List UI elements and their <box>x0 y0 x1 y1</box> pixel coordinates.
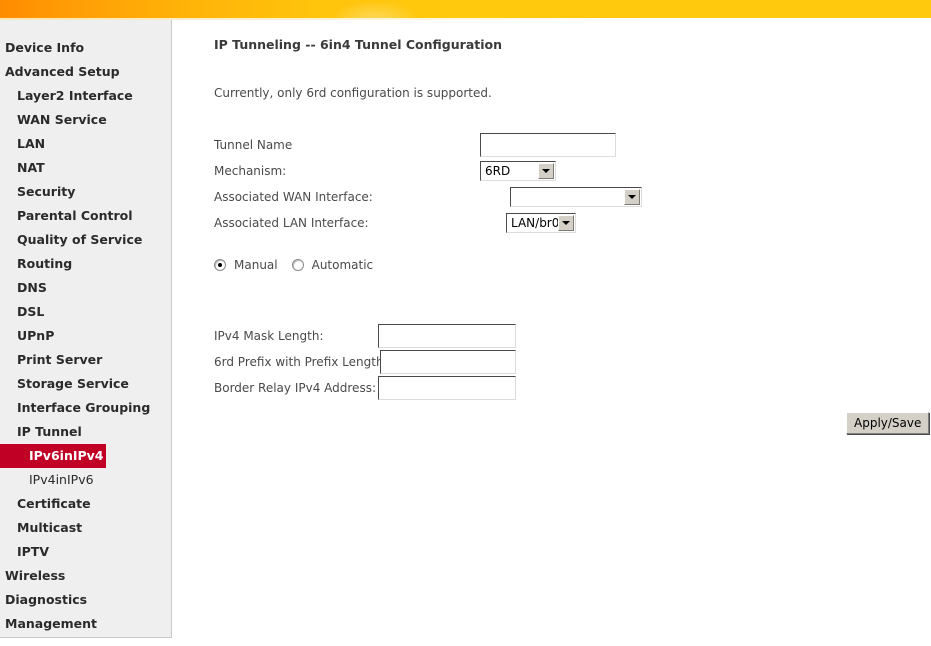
sidebar-item-routing[interactable]: Routing <box>0 252 171 276</box>
row-tunnel-name: Tunnel Name <box>214 132 834 158</box>
sidebar-item-management[interactable]: Management <box>0 612 171 636</box>
wan-interface-label: Associated WAN Interface: <box>214 190 373 204</box>
chevron-down-icon[interactable] <box>538 163 554 179</box>
sixrd-params-form: IPv4 Mask Length: 6rd Prefix with Prefix… <box>214 323 564 401</box>
border-relay-label: Border Relay IPv4 Address: <box>214 381 376 395</box>
sidebar-item-quality-of-service[interactable]: Quality of Service <box>0 228 171 252</box>
sidebar-item-interface-grouping[interactable]: Interface Grouping <box>0 396 171 420</box>
ipv4-mask-length-label: IPv4 Mask Length: <box>214 329 324 343</box>
banner-sheen <box>330 0 420 18</box>
ipv4-mask-length-input[interactable] <box>378 324 516 348</box>
wan-interface-select[interactable] <box>510 187 642 207</box>
row-wan-interface: Associated WAN Interface: <box>214 184 834 210</box>
row-ipv4-mask-length: IPv4 Mask Length: <box>214 323 564 349</box>
lan-interface-value: LAN/br0 <box>511 216 558 230</box>
row-border-relay: Border Relay IPv4 Address: <box>214 375 564 401</box>
sidebar-item-storage-service[interactable]: Storage Service <box>0 372 171 396</box>
row-mechanism: Mechanism: 6RD <box>214 158 834 184</box>
sidebar-item-dns[interactable]: DNS <box>0 276 171 300</box>
sidebar-item-parental-control[interactable]: Parental Control <box>0 204 171 228</box>
mechanism-select[interactable]: 6RD <box>480 161 556 181</box>
sidebar-item-lan[interactable]: LAN <box>0 132 171 156</box>
sidebar-item-ip-tunnel[interactable]: IP Tunnel <box>0 420 171 444</box>
6rd-prefix-label: 6rd Prefix with Prefix Length: <box>214 355 388 369</box>
sidebar-item-ipv6inipv4[interactable]: IPv6inIPv4 <box>0 444 106 468</box>
automatic-radio[interactable] <box>291 259 304 271</box>
border-relay-input[interactable] <box>378 376 516 400</box>
top-banner <box>0 0 931 18</box>
6rd-prefix-input[interactable] <box>380 350 516 374</box>
sidebar-nav: Device Info Advanced Setup Layer2 Interfac… <box>0 20 172 638</box>
sidebar-item-advanced-setup[interactable]: Advanced Setup <box>0 60 171 84</box>
sidebar-item-wan-service[interactable]: WAN Service <box>0 108 171 132</box>
sidebar-item-print-server[interactable]: Print Server <box>0 348 171 372</box>
manual-radio-label: Manual <box>234 258 278 272</box>
mechanism-label: Mechanism: <box>214 164 287 178</box>
tunnel-name-label: Tunnel Name <box>214 138 293 152</box>
sidebar-item-wireless[interactable]: Wireless <box>0 564 171 588</box>
sidebar-item-diagnostics[interactable]: Diagnostics <box>0 588 171 612</box>
sidebar-item-dsl[interactable]: DSL <box>0 300 171 324</box>
sidebar-item-certificate[interactable]: Certificate <box>0 492 171 516</box>
apply-save-button[interactable]: Apply/Save <box>846 412 930 434</box>
row-lan-interface: Associated LAN Interface: LAN/br0 <box>214 210 834 236</box>
row-6rd-prefix: 6rd Prefix with Prefix Length: <box>214 349 564 375</box>
page-note: Currently, only 6rd configuration is sup… <box>214 86 492 100</box>
config-mode-radio-group: Manual Automatic <box>214 252 387 278</box>
lan-interface-select[interactable]: LAN/br0 <box>506 213 576 233</box>
lan-interface-label: Associated LAN Interface: <box>214 216 369 230</box>
sidebar-item-security[interactable]: Security <box>0 180 171 204</box>
automatic-radio-label: Automatic <box>311 258 374 272</box>
sidebar-item-upnp[interactable]: UPnP <box>0 324 171 348</box>
mechanism-value: 6RD <box>485 164 511 178</box>
chevron-down-icon[interactable] <box>624 189 640 205</box>
page-title: IP Tunneling -- 6in4 Tunnel Configuratio… <box>214 37 503 52</box>
tunnel-name-input[interactable] <box>480 133 616 157</box>
sidebar-item-iptv[interactable]: IPTV <box>0 540 171 564</box>
main-content: IP Tunneling -- 6in4 Tunnel Configuratio… <box>172 20 931 646</box>
sidebar-item-layer2-interface[interactable]: Layer2 Interface <box>0 84 171 108</box>
chevron-down-icon[interactable] <box>558 215 574 231</box>
sidebar-item-multicast[interactable]: Multicast <box>0 516 171 540</box>
tunnel-settings-form: Tunnel Name Mechanism: 6RD Associated WA… <box>214 132 834 236</box>
sidebar-item-ipv4inipv6[interactable]: IPv4inIPv6 <box>0 468 171 492</box>
sidebar-item-device-info[interactable]: Device Info <box>0 36 171 60</box>
sidebar-item-nat[interactable]: NAT <box>0 156 171 180</box>
manual-radio[interactable] <box>214 259 226 271</box>
